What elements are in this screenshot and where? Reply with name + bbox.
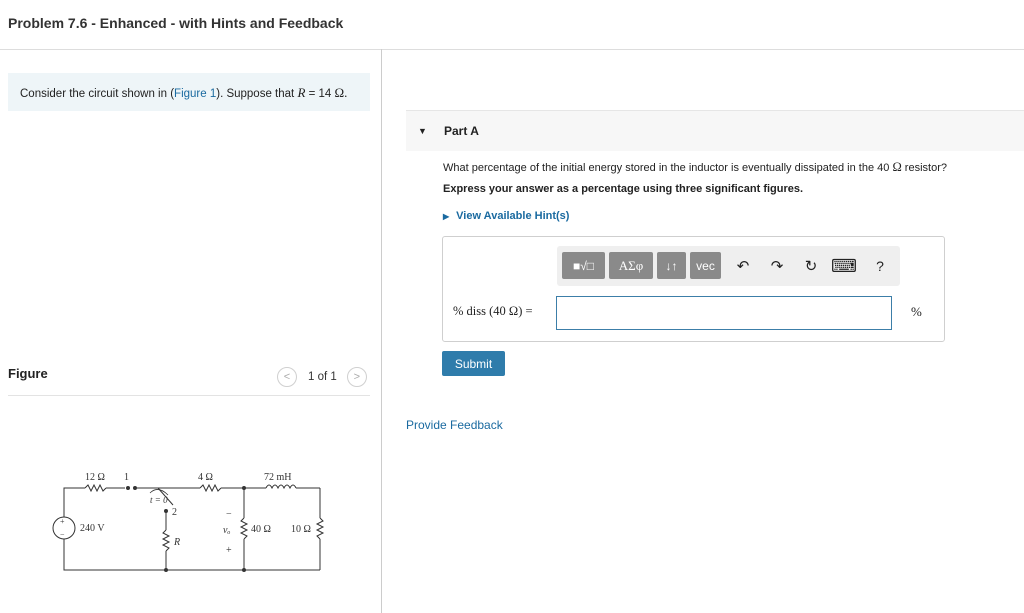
figure-pager: < 1 of 1 > (277, 367, 367, 387)
help-icon[interactable]: ? (870, 256, 890, 276)
answer-label: % diss (40 Ω) = (453, 304, 533, 318)
answer-input[interactable] (556, 296, 892, 330)
label-10-ohm: 10 Ω (291, 524, 311, 535)
intro-unit: Ω. (334, 85, 348, 100)
intro-text-after: ). Suppose that (216, 88, 298, 100)
submit-button[interactable]: Submit (442, 351, 505, 376)
intro-equals: = 14 (305, 88, 335, 100)
circuit-diagram: 12 Ω 1 t = 0 2 4 Ω 72 mH 240 V + − R − v… (52, 472, 325, 572)
question-unit: Ω (892, 160, 902, 174)
greek-symbols-button[interactable]: ΑΣφ (609, 252, 653, 279)
subscript-superscript-button[interactable]: ↓↑ (657, 252, 686, 279)
provide-feedback-link[interactable]: Provide Feedback (406, 418, 503, 432)
label-node-2: 2 (172, 507, 177, 518)
label-r: R (173, 537, 180, 548)
intro-text-before: Consider the circuit shown in ( (20, 88, 175, 100)
answer-unit: % (911, 304, 922, 319)
figure-divider (8, 395, 370, 396)
next-figure-button[interactable]: > (346, 367, 367, 387)
label-12-ohm: 12 Ω (85, 472, 105, 483)
header-divider (0, 49, 1024, 50)
redo-icon[interactable]: ↷ (767, 256, 787, 276)
label-node-1: 1 (124, 472, 129, 483)
label-vo: vₒ (223, 525, 230, 536)
label-240-v: 240 V (80, 523, 105, 534)
figure-link[interactable]: Figure 1 (174, 88, 216, 100)
vector-button[interactable]: vec (690, 252, 721, 279)
part-title[interactable]: Part A (444, 124, 479, 138)
keyboard-icon[interactable]: ⌨ (831, 256, 857, 276)
reset-icon[interactable]: ↻ (801, 256, 821, 276)
question-before: What percentage of the initial energy st… (443, 162, 893, 174)
part-a-header[interactable] (406, 110, 1024, 151)
label-source-plus: + (60, 517, 65, 526)
templates-button[interactable]: ■√□ (562, 252, 605, 279)
prev-figure-button[interactable]: < (277, 367, 297, 387)
view-hints-link[interactable]: ▶ View Available Hint(s) (443, 210, 569, 222)
expand-triangle-icon: ▶ (443, 212, 450, 221)
problem-intro: Consider the circuit shown in (Figure 1)… (8, 73, 370, 111)
label-plus: + (226, 545, 232, 556)
undo-icon[interactable]: ↶ (733, 256, 753, 276)
label-72-mh: 72 mH (264, 472, 292, 483)
question-text: What percentage of the initial energy st… (443, 160, 947, 175)
label-t-zero: t = 0 (150, 495, 168, 505)
figure-page-count: 1 of 1 (308, 371, 337, 383)
label-source-minus: − (60, 530, 65, 539)
label-40-ohm: 40 Ω (251, 524, 271, 535)
answer-instruction: Express your answer as a percentage usin… (443, 183, 804, 195)
problem-title: Problem 7.6 - Enhanced - with Hints and … (8, 15, 344, 31)
label-minus: − (226, 509, 232, 520)
hint-link-label: View Available Hint(s) (456, 210, 570, 222)
figure-heading: Figure (8, 366, 48, 381)
pane-divider[interactable] (381, 49, 382, 613)
collapse-icon[interactable]: ▼ (418, 126, 427, 136)
question-after: resistor? (901, 162, 947, 174)
label-4-ohm: 4 Ω (198, 472, 213, 483)
